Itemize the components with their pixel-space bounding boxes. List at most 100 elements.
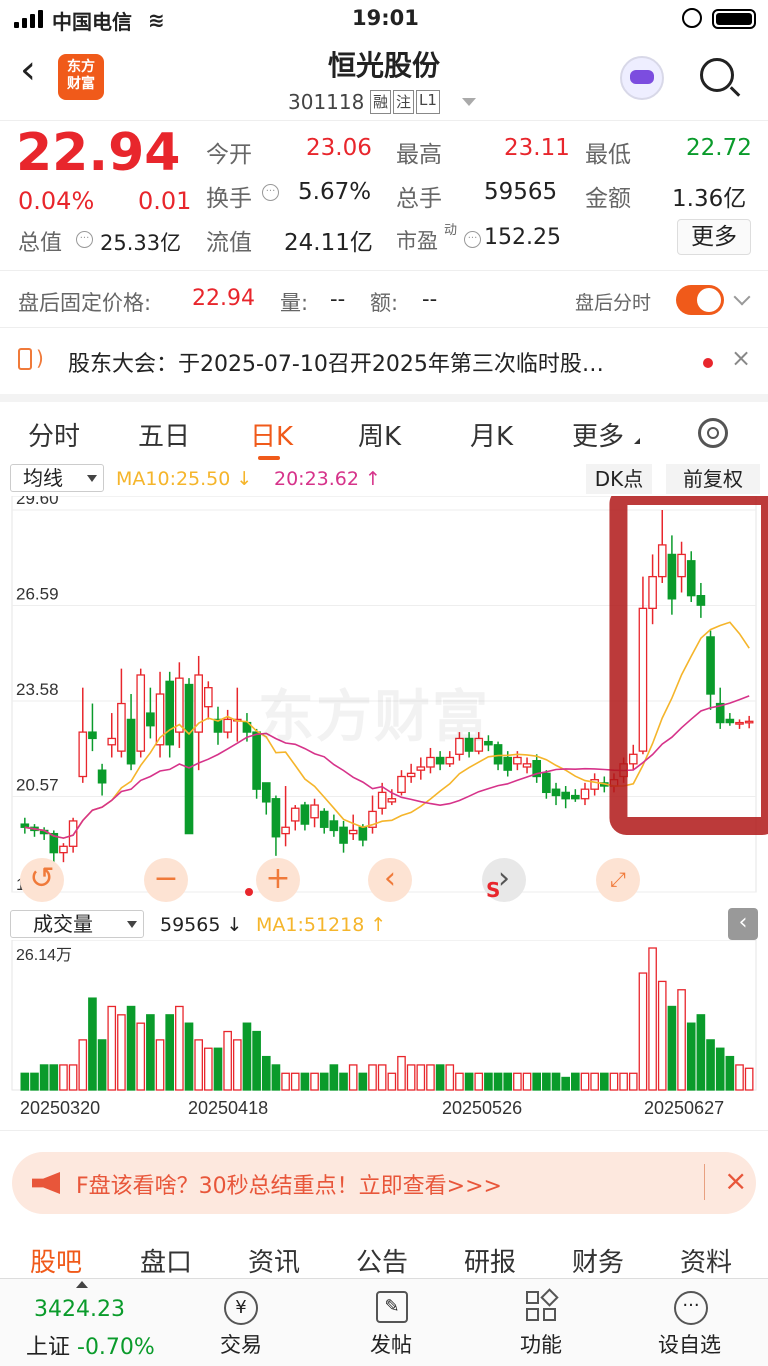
function-button[interactable]: 功能 bbox=[520, 1329, 562, 1359]
fullscreen-button[interactable]: ⤢ bbox=[596, 858, 640, 902]
volume-bar bbox=[435, 1064, 445, 1091]
candle-body bbox=[744, 720, 754, 724]
turnover-label: 换手 bbox=[206, 186, 252, 212]
clock: 19:01 bbox=[352, 6, 419, 30]
candle-body bbox=[107, 737, 117, 746]
adjust-mode-button[interactable]: 前复权 bbox=[666, 464, 760, 494]
volume-bar bbox=[397, 1055, 406, 1091]
volume-bar bbox=[648, 947, 657, 1091]
ma20-readout: 20:23.62 ↑ bbox=[274, 468, 381, 490]
more-button[interactable]: 更多 bbox=[677, 219, 751, 255]
post-button[interactable]: 发帖 bbox=[370, 1329, 412, 1359]
volume-bar bbox=[484, 1072, 493, 1091]
info-icon[interactable]: ··· bbox=[76, 231, 93, 248]
tab-news[interactable]: 资讯 bbox=[248, 1242, 300, 1279]
candle-body bbox=[281, 826, 290, 835]
more-dots-icon[interactable]: ··· bbox=[674, 1291, 708, 1325]
info-icon[interactable]: ··· bbox=[262, 184, 279, 201]
price-tick-label: 20.57 bbox=[16, 776, 59, 795]
volume-indicator-select[interactable]: 成交量 bbox=[10, 910, 144, 938]
add-watchlist-button[interactable]: 设自选 bbox=[658, 1329, 721, 1359]
volume-bar bbox=[445, 1064, 455, 1091]
tab-monthly-k[interactable]: 月K bbox=[470, 416, 513, 453]
battery-icon bbox=[712, 9, 756, 29]
volume-bar bbox=[136, 1022, 146, 1091]
tab-guba[interactable]: 股吧 bbox=[30, 1242, 82, 1279]
dk-point-button[interactable]: DK点 bbox=[586, 464, 652, 494]
zoom-out-button[interactable]: − bbox=[144, 858, 188, 902]
date-tick-label: 20250627 bbox=[644, 1098, 724, 1118]
candle-body bbox=[551, 788, 561, 797]
tab-finance[interactable]: 财务 bbox=[572, 1242, 624, 1279]
notice-bar[interactable]: ) 股东大会：于2025-07-10召开2025年第三次临时股… × bbox=[0, 330, 768, 394]
notice-text[interactable]: 股东大会：于2025-07-10召开2025年第三次临时股… bbox=[68, 346, 604, 378]
volume-readout: 59565 ↓ bbox=[160, 914, 243, 936]
volume-bar bbox=[725, 1055, 735, 1091]
tab-pankou[interactable]: 盘口 bbox=[140, 1242, 192, 1279]
promo-text[interactable]: F盘该看啥？30秒总结重点！立即查看>>> bbox=[76, 1168, 502, 1200]
candle-body bbox=[667, 553, 677, 600]
post-icon[interactable]: ✎ bbox=[376, 1291, 408, 1323]
period-tabs: 分时 五日 日K 周K 月K 更多 bbox=[0, 394, 768, 460]
tab-announcement[interactable]: 公告 bbox=[356, 1242, 408, 1279]
volume-bar bbox=[532, 1072, 542, 1091]
robot-assistant-icon[interactable] bbox=[620, 56, 664, 100]
tab-research[interactable]: 研报 bbox=[464, 1242, 516, 1279]
index-value[interactable]: 3424.23 bbox=[34, 1297, 125, 1322]
function-grid-icon[interactable] bbox=[526, 1288, 559, 1323]
pe-value: 152.25 bbox=[484, 225, 561, 250]
volume-bar bbox=[78, 1039, 88, 1091]
high-value: 23.11 bbox=[504, 135, 570, 161]
ma-select[interactable]: 均线 bbox=[10, 464, 104, 492]
total-mv-value: 25.33亿 bbox=[100, 231, 182, 255]
candle-body bbox=[445, 756, 455, 765]
candle-body bbox=[542, 772, 551, 794]
tab-weekly-k[interactable]: 周K bbox=[358, 416, 401, 453]
scroll-left-button[interactable]: ‹ bbox=[368, 858, 412, 902]
volume-bar bbox=[59, 1064, 68, 1091]
signal-icon bbox=[14, 10, 44, 28]
volume-bar bbox=[165, 1014, 175, 1091]
stock-badges: 融 注 L1 bbox=[370, 90, 440, 114]
zoom-in-button[interactable]: + bbox=[256, 858, 300, 902]
volume-bar bbox=[213, 1047, 223, 1091]
after-hours-toggle[interactable] bbox=[676, 285, 724, 315]
float-mv-label: 流值 bbox=[206, 230, 252, 256]
volume-ma-readout: MA1:51218 ↑ bbox=[256, 914, 387, 936]
candle-body bbox=[735, 721, 744, 725]
promo-banner[interactable]: F盘该看啥？30秒总结重点！立即查看>>> × bbox=[12, 1152, 756, 1214]
high-label: 最高 bbox=[396, 142, 442, 168]
volume-indicator-label: 成交量 bbox=[33, 912, 93, 936]
settings-gear-icon[interactable] bbox=[698, 418, 728, 448]
volume-bar bbox=[551, 1072, 561, 1091]
tab-five-day[interactable]: 五日 bbox=[138, 416, 190, 453]
index-change[interactable]: 上证 -0.70% bbox=[26, 1329, 155, 1361]
tab-intraday[interactable]: 分时 bbox=[28, 416, 80, 453]
tab-profile[interactable]: 资料 bbox=[680, 1242, 732, 1279]
volume-bar bbox=[609, 1072, 619, 1091]
megaphone-icon bbox=[32, 1172, 60, 1194]
candle-body bbox=[397, 775, 406, 794]
tab-daily-k[interactable]: 日K bbox=[250, 416, 293, 453]
candle-body bbox=[290, 807, 300, 822]
reset-zoom-button[interactable]: ↺ bbox=[20, 858, 64, 902]
volume-bar bbox=[49, 1064, 59, 1091]
volume-bar bbox=[310, 1072, 319, 1091]
candle-body bbox=[513, 756, 522, 765]
volume-bar bbox=[715, 1047, 725, 1091]
info-icon[interactable]: ··· bbox=[464, 231, 481, 248]
low-value: 22.72 bbox=[686, 135, 752, 161]
price-tick-label: 23.58 bbox=[16, 680, 59, 699]
volume-bar bbox=[667, 1005, 677, 1091]
candle-body bbox=[561, 791, 570, 800]
trade-button[interactable]: 交易 bbox=[220, 1329, 262, 1359]
trade-icon[interactable]: ¥ bbox=[224, 1291, 258, 1325]
tab-more[interactable]: 更多 bbox=[572, 416, 624, 453]
collapse-panel-button[interactable]: ‹ bbox=[728, 908, 758, 940]
close-icon[interactable]: × bbox=[731, 344, 751, 372]
search-icon[interactable] bbox=[700, 58, 734, 92]
candle-body bbox=[387, 798, 397, 803]
chevron-down-icon[interactable] bbox=[733, 288, 751, 306]
close-icon[interactable]: × bbox=[724, 1164, 747, 1197]
dropdown-icon[interactable] bbox=[462, 98, 476, 106]
